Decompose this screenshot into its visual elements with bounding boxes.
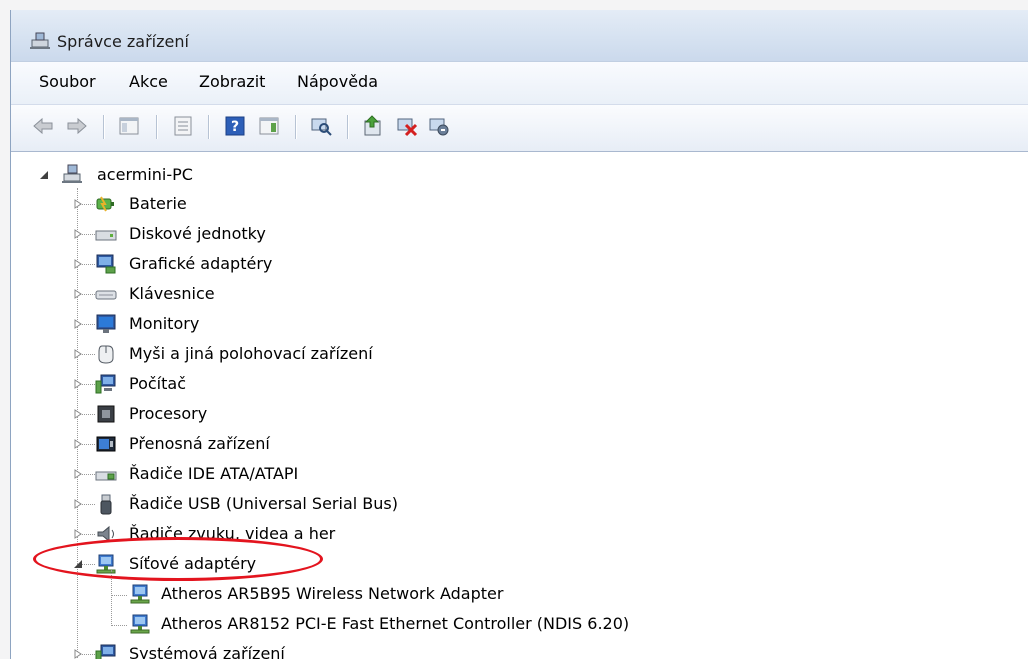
tree-category-label[interactable]: Systémová zařízení	[129, 644, 285, 659]
toolbar: ?	[11, 105, 1028, 152]
toolbar-separator	[295, 115, 297, 139]
toolbar-separator	[156, 115, 158, 139]
tree-category-label[interactable]: Přenosná zařízení	[129, 434, 270, 453]
console-tree-icon[interactable]	[117, 114, 141, 138]
expand-triangle-icon[interactable]	[73, 379, 83, 389]
expand-triangle-icon[interactable]	[73, 229, 83, 239]
tree-root-label[interactable]: acermini-PC	[97, 165, 193, 184]
keyboard-icon	[95, 290, 117, 300]
display-adapter-icon	[96, 254, 116, 274]
toolbar-separator	[103, 115, 105, 139]
expand-triangle-icon[interactable]	[73, 469, 83, 479]
menu-soubor[interactable]: Soubor	[39, 72, 96, 91]
expand-triangle-icon[interactable]	[73, 529, 83, 539]
menu-napoveda[interactable]: Nápověda	[297, 72, 378, 91]
toolbar-separator	[208, 115, 210, 139]
menu-zobrazit[interactable]: Zobrazit	[199, 72, 265, 91]
help-icon[interactable]: ?	[223, 114, 247, 138]
device-manager-window: Správce zařízení Soubor Akce Zobrazit Ná…	[10, 10, 1028, 659]
network-child-ethernet[interactable]: Atheros AR8152 PCI-E Fast Ethernet Contr…	[161, 614, 629, 633]
scan-hardware-icon[interactable]	[309, 114, 333, 138]
mouse-icon	[98, 345, 114, 364]
back-icon[interactable]	[31, 114, 55, 138]
expand-triangle-icon[interactable]	[73, 349, 83, 359]
expand-triangle-icon[interactable]	[73, 199, 83, 209]
collapse-triangle-icon[interactable]	[39, 170, 49, 180]
action-pane-icon[interactable]	[257, 114, 281, 138]
tree-category-label[interactable]: Monitory	[129, 314, 199, 333]
disk-drive-icon	[95, 230, 117, 241]
tree-category-label[interactable]: Řadiče USB (Universal Serial Bus)	[129, 494, 398, 513]
tree-guide-line	[111, 595, 127, 596]
expand-triangle-icon[interactable]	[73, 319, 83, 329]
computer-root-icon	[62, 164, 82, 183]
properties-icon[interactable]	[171, 114, 195, 138]
highlight-ellipse	[33, 537, 323, 581]
processor-icon	[97, 405, 115, 423]
expand-triangle-icon[interactable]	[73, 649, 83, 659]
title-bar[interactable]: Správce zařízení	[11, 10, 1028, 62]
menu-bar: Soubor Akce Zobrazit Nápověda	[11, 62, 1028, 105]
computer-icon	[95, 374, 116, 394]
portable-device-icon	[96, 436, 116, 452]
uninstall-icon[interactable]	[395, 114, 419, 138]
system-device-icon	[95, 644, 116, 659]
disable-icon[interactable]	[427, 114, 451, 138]
expand-triangle-icon[interactable]	[73, 499, 83, 509]
expand-triangle-icon[interactable]	[73, 259, 83, 269]
expand-triangle-icon[interactable]	[73, 409, 83, 419]
tree-category-label[interactable]: Klávesnice	[129, 284, 215, 303]
tree-category-label[interactable]: Procesory	[129, 404, 207, 423]
device-manager-icon	[30, 32, 50, 49]
toolbar-separator	[347, 115, 349, 139]
network-adapter-icon	[130, 584, 150, 604]
usb-controller-icon	[100, 494, 112, 515]
tree-category-label[interactable]: Baterie	[129, 194, 187, 213]
device-tree[interactable]: acermini-PC Baterie Diskové jednotky Grafi…	[11, 152, 1028, 659]
tree-category-label[interactable]: Řadiče IDE ATA/ATAPI	[129, 464, 298, 483]
menu-akce[interactable]: Akce	[129, 72, 168, 91]
update-driver-icon[interactable]	[361, 114, 385, 138]
tree-guide-line	[111, 625, 127, 626]
network-adapter-icon	[130, 614, 150, 634]
svg-text:?: ?	[231, 119, 239, 135]
expand-triangle-icon[interactable]	[73, 439, 83, 449]
tree-category-label[interactable]: Počítač	[129, 374, 186, 393]
expand-triangle-icon[interactable]	[73, 289, 83, 299]
ide-controller-icon	[95, 471, 117, 481]
window-title: Správce zařízení	[57, 32, 189, 51]
tree-category-label[interactable]: Myši a jiná polohovací zařízení	[129, 344, 373, 363]
tree-category-label[interactable]: Grafické adaptéry	[129, 254, 272, 273]
forward-icon[interactable]	[65, 114, 89, 138]
tree-category-label[interactable]: Diskové jednotky	[129, 224, 266, 243]
monitor-icon	[96, 314, 116, 333]
battery-icon	[96, 196, 114, 212]
network-child-wireless[interactable]: Atheros AR5B95 Wireless Network Adapter	[161, 584, 503, 603]
